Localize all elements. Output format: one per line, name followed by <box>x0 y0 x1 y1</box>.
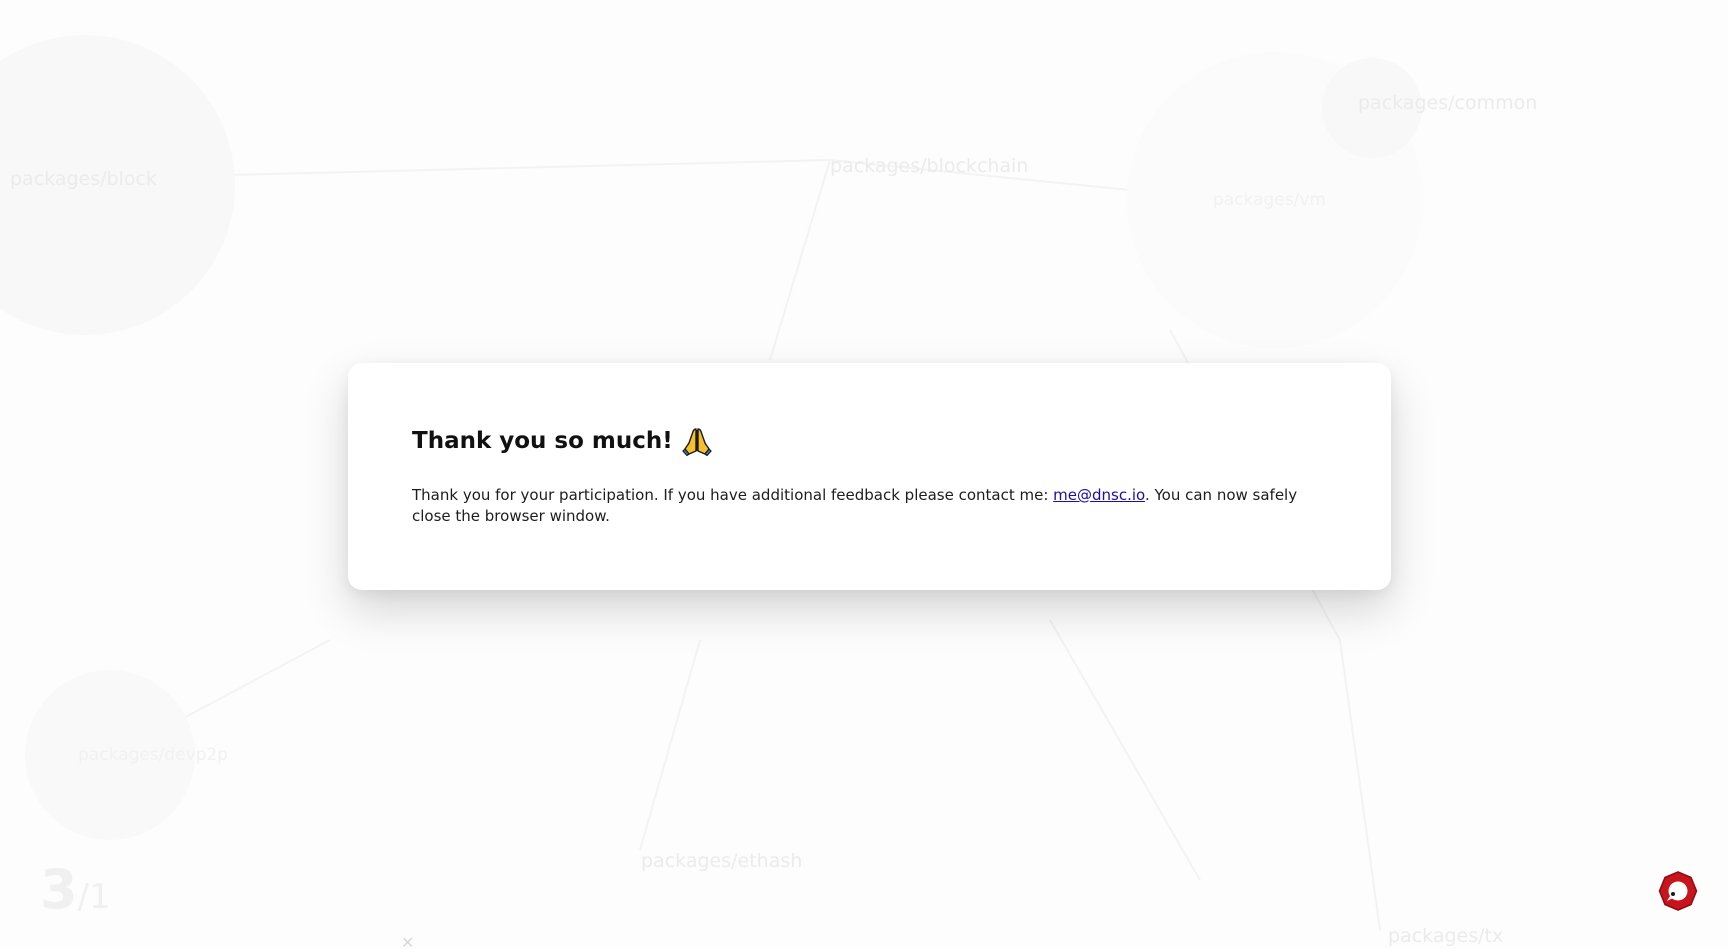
thank-you-modal: Thank you so much! Thank you for your pa… <box>348 363 1391 590</box>
modal-title-text: Thank you so much! <box>412 428 673 454</box>
progress-counter: 3/1 <box>40 858 111 921</box>
message-text-before: Thank you for your participation. If you… <box>412 486 1054 504</box>
modal-message: Thank you for your participation. If you… <box>412 485 1327 527</box>
help-bubble-icon <box>1658 871 1698 911</box>
folded-hands-icon <box>681 426 712 457</box>
graph-label-blockchain: packages/blockchain <box>830 155 1029 177</box>
graph-label-common: packages/common <box>1358 92 1538 114</box>
close-icon: ✕ <box>401 935 415 949</box>
graph-label-tx: packages/tx <box>1388 925 1504 947</box>
modal-title: Thank you so much! <box>412 423 1327 459</box>
counter-total: /1 <box>77 877 111 917</box>
graph-label-block: packages/block <box>10 168 157 190</box>
page: packages/block packages/blockchain packa… <box>0 0 1728 949</box>
graph-label-devp2p: packages/devp2p <box>78 745 229 765</box>
contact-email-link[interactable]: me@dnsc.io <box>1053 486 1145 504</box>
help-widget-button[interactable] <box>1658 871 1698 911</box>
graph-label-vm: packages/vm <box>1213 190 1326 210</box>
graph-label-ethash: packages/ethash <box>641 850 803 872</box>
counter-current: 3 <box>40 858 78 921</box>
